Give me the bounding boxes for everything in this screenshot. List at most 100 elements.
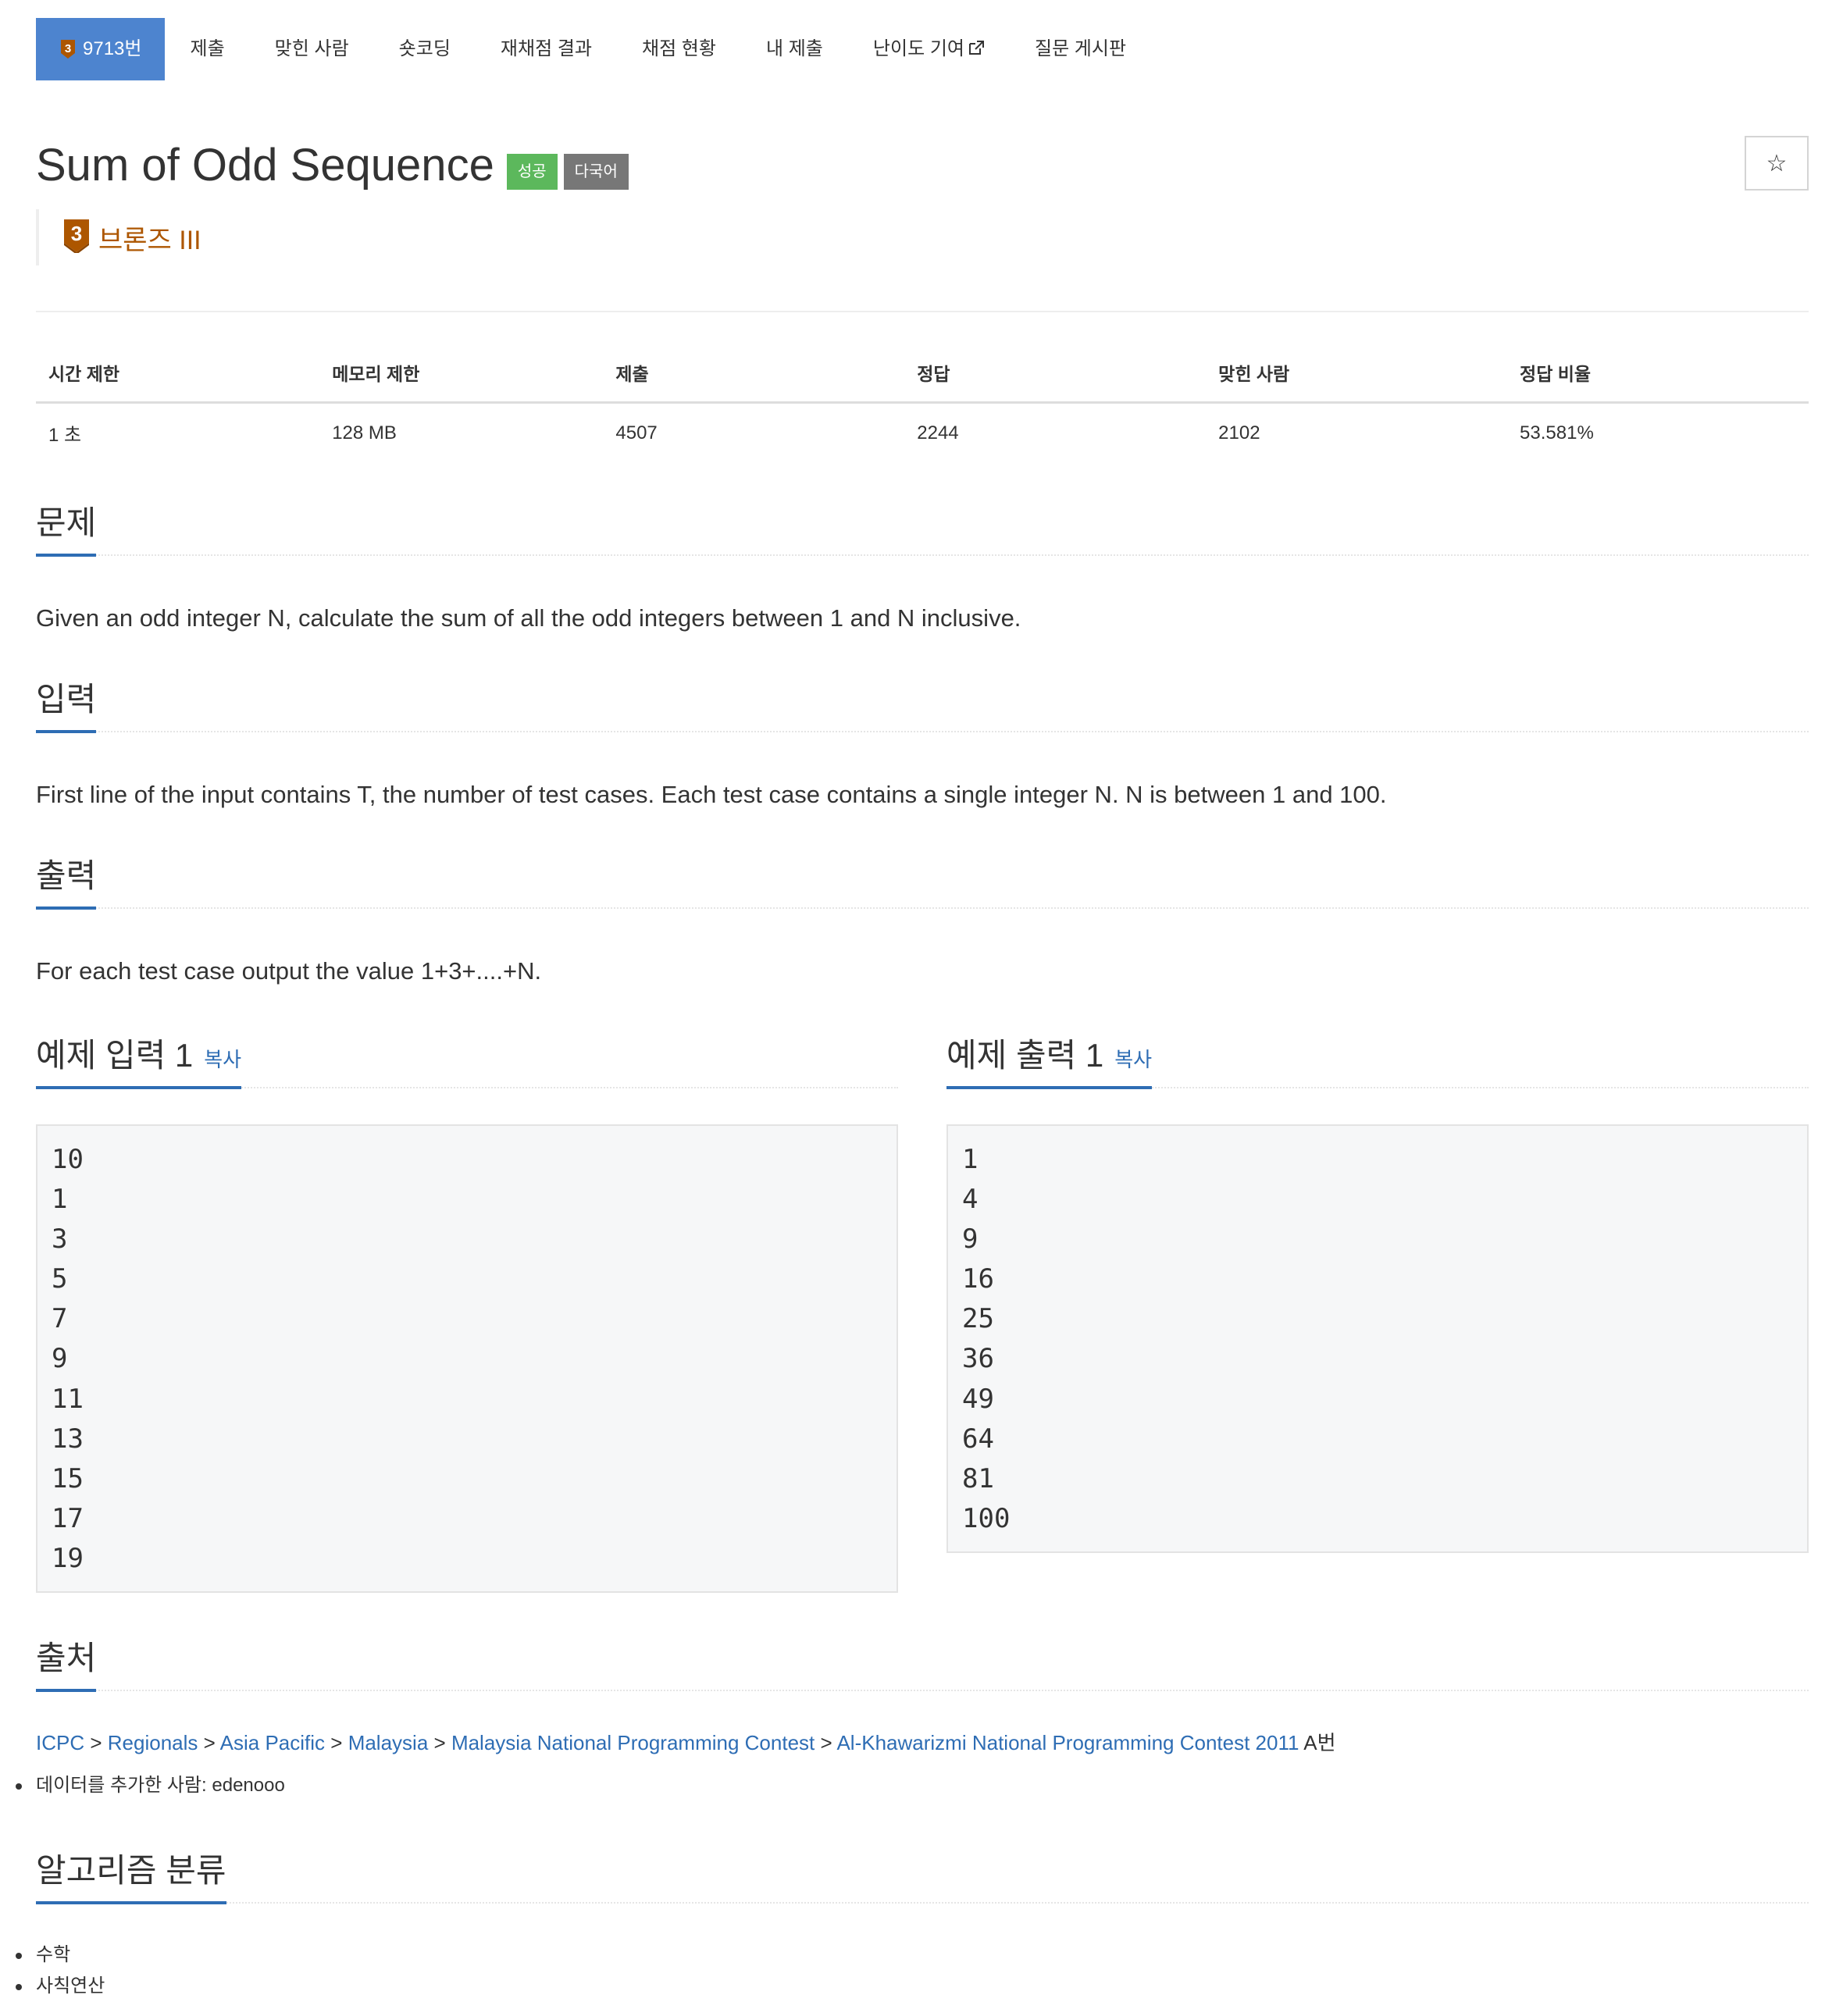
bronze-tier-icon: 3 [59, 39, 77, 59]
value-accepted: 2244 [917, 422, 959, 443]
source-link-icpc[interactable]: ICPC [36, 1731, 84, 1754]
header-accept-ratio: 정답 비율 [1507, 344, 1809, 404]
input-description-text: First line of the input contains T, the … [36, 781, 1387, 808]
section-headline: 문제 [36, 497, 1809, 557]
sample-input-line: 15 [52, 1462, 84, 1494]
section-title: 예제 출력 1 복사 [946, 1029, 1153, 1089]
nav-tab-rejudge[interactable]: 재채점 결과 [476, 18, 617, 80]
algorithm-tag-arithmetic[interactable]: 사칙연산 [16, 1971, 1809, 2002]
svg-text:3: 3 [71, 222, 82, 245]
nav-tab-submit[interactable]: 제출 [165, 18, 249, 80]
source-data-list: 데이터를 추가한 사람: edenooo [16, 1770, 1809, 1801]
sample-output-line: 9 [962, 1223, 979, 1256]
nav-tab-my-submissions[interactable]: 내 제출 [741, 18, 848, 80]
copy-sample-output-button[interactable]: 복사 [1114, 1048, 1152, 1071]
header-solvers: 맞힌 사람 [1206, 344, 1508, 404]
nav-tab-question-board[interactable]: 질문 게시판 [1010, 18, 1151, 80]
nav-tab-difficulty-label: 난이도 기여 [872, 38, 964, 59]
sample-input-line: 10 [52, 1144, 84, 1175]
value-submissions: 4507 [615, 422, 658, 443]
sample-output-line: 100 [962, 1502, 1011, 1534]
section-headline: 예제 입력 1 복사 [36, 1029, 898, 1089]
nav-tab-status[interactable]: 채점 현황 [617, 18, 741, 80]
table-header-row: 시간 제한 메모리 제한 제출 정답 맞힌 사람 정답 비율 [36, 344, 1809, 404]
table-row: 1 초 128 MB 4507 2244 2102 53.581% [36, 403, 1809, 461]
section-headline: 출력 [36, 849, 1809, 910]
sample-output-line: 81 [962, 1462, 994, 1494]
bronze-tier-icon: 3 [62, 219, 91, 257]
source-separator: > [203, 1731, 216, 1754]
source-separator: > [433, 1731, 446, 1754]
sample-input-line: 5 [52, 1263, 68, 1295]
sample-output-line: 4 [962, 1184, 979, 1216]
value-solvers: 2102 [1218, 422, 1260, 443]
sample-input-box[interactable]: 10 1 3 5 7 9 11 13 15 17 19 [36, 1124, 898, 1593]
nav-tab-solvers[interactable]: 맞힌 사람 [250, 18, 374, 80]
section-description: 문제 Given an odd integer N, calculate the… [36, 497, 1809, 636]
nav-tab-problem[interactable]: 3 9713번 [36, 18, 166, 80]
header-submissions: 제출 [603, 344, 905, 404]
favorite-star-button[interactable]: ☆ [1745, 136, 1809, 191]
section-algorithms: 알고리즘 분류 수학 사칙연산 [16, 1844, 1809, 2002]
section-output: 출력 For each test case output the value 1… [36, 849, 1809, 988]
sample-output-line: 16 [962, 1263, 994, 1295]
sample-input-line: 7 [52, 1303, 68, 1335]
algorithm-tag-math[interactable]: 수학 [16, 1939, 1809, 1971]
sample-input-line: 1 [52, 1184, 68, 1216]
problem-info-table: 시간 제한 메모리 제한 제출 정답 맞힌 사람 정답 비율 1 초 128 M… [36, 344, 1809, 461]
divider [36, 311, 1809, 312]
external-link-icon [968, 19, 985, 81]
sample-input-line: 17 [52, 1502, 84, 1534]
section-headline: 알고리즘 분류 [36, 1844, 1809, 1904]
source-problem-letter: A번 [1303, 1731, 1336, 1754]
sample-output-line: 25 [962, 1303, 994, 1335]
header-time-limit: 시간 제한 [36, 344, 320, 404]
sample-output-title: 예제 출력 1 [946, 1037, 1104, 1074]
multilingual-badge: 다국어 [563, 153, 629, 190]
header-accepted: 정답 [904, 344, 1207, 404]
source-link-regionals[interactable]: Regionals [108, 1731, 198, 1754]
problem-title: Sum of Odd Sequence 성공 다국어 [36, 139, 629, 191]
source-separator: > [330, 1731, 343, 1754]
section-sample-output: 예제 출력 1 복사 1 4 9 16 25 36 49 64 81 100 [946, 1029, 1809, 1553]
section-title: 출력 [36, 849, 97, 910]
problem-title-row: Sum of Odd Sequence 성공 다국어 ☆ [36, 133, 1809, 203]
star-icon: ☆ [1766, 150, 1788, 176]
algorithm-tag-list: 수학 사칙연산 [16, 1939, 1809, 2002]
problem-title-text: Sum of Odd Sequence [36, 140, 494, 191]
source-link-contest-2011[interactable]: Al-Khawarizmi National Programming Conte… [836, 1731, 1299, 1754]
header-memory-limit: 메모리 제한 [319, 344, 604, 404]
problem-nav: 3 9713번 제출 맞힌 사람 숏코딩 재채점 결과 채점 현황 내 제출 난… [36, 12, 1809, 87]
value-time-limit: 1 초 [48, 425, 82, 446]
source-link-national-contest[interactable]: Malaysia National Programming Contest [451, 1731, 815, 1754]
sample-output-line: 49 [962, 1383, 994, 1415]
sample-input-line: 3 [52, 1223, 68, 1256]
source-separator: > [90, 1731, 102, 1754]
sample-input-line: 13 [52, 1423, 84, 1455]
success-badge: 성공 [506, 153, 558, 190]
section-source: 출처 ICPC > Regionals > Asia Pacific > Mal… [16, 1632, 1809, 1801]
svg-text:3: 3 [65, 42, 71, 55]
sample-output-line: 36 [962, 1343, 994, 1375]
section-title: 입력 [36, 673, 97, 733]
source-link-malaysia[interactable]: Malaysia [348, 1731, 429, 1754]
copy-sample-input-button[interactable]: 복사 [204, 1048, 241, 1071]
section-input: 입력 First line of the input contains T, t… [36, 673, 1809, 812]
section-headline: 출처 [36, 1632, 1809, 1692]
sample-output-line: 64 [962, 1423, 994, 1455]
section-sample-input: 예제 입력 1 복사 10 1 3 5 7 9 11 13 15 17 19 [36, 1029, 898, 1593]
section-title: 출처 [36, 1632, 97, 1692]
sample-output-line: 1 [962, 1144, 979, 1175]
nav-tab-short-coding[interactable]: 숏코딩 [374, 18, 476, 80]
data-added-by: 데이터를 추가한 사람: edenooo [16, 1770, 1809, 1801]
sample-output-box[interactable]: 1 4 9 16 25 36 49 64 81 100 [946, 1124, 1809, 1553]
sample-input-title: 예제 입력 1 [36, 1037, 194, 1074]
sample-input-line: 9 [52, 1343, 68, 1375]
tier-name[interactable]: 브론즈 III [98, 219, 201, 257]
nav-tab-problem-label: 9713번 [83, 38, 142, 59]
nav-tab-difficulty-contribute[interactable]: 난이도 기여 [848, 18, 1010, 80]
section-headline: 입력 [36, 673, 1809, 733]
source-link-asia-pacific[interactable]: Asia Pacific [220, 1731, 325, 1754]
output-description-text: For each test case output the value 1+3+… [36, 957, 542, 985]
source-breadcrumb: ICPC > Regionals > Asia Pacific > Malays… [36, 1727, 1809, 1756]
